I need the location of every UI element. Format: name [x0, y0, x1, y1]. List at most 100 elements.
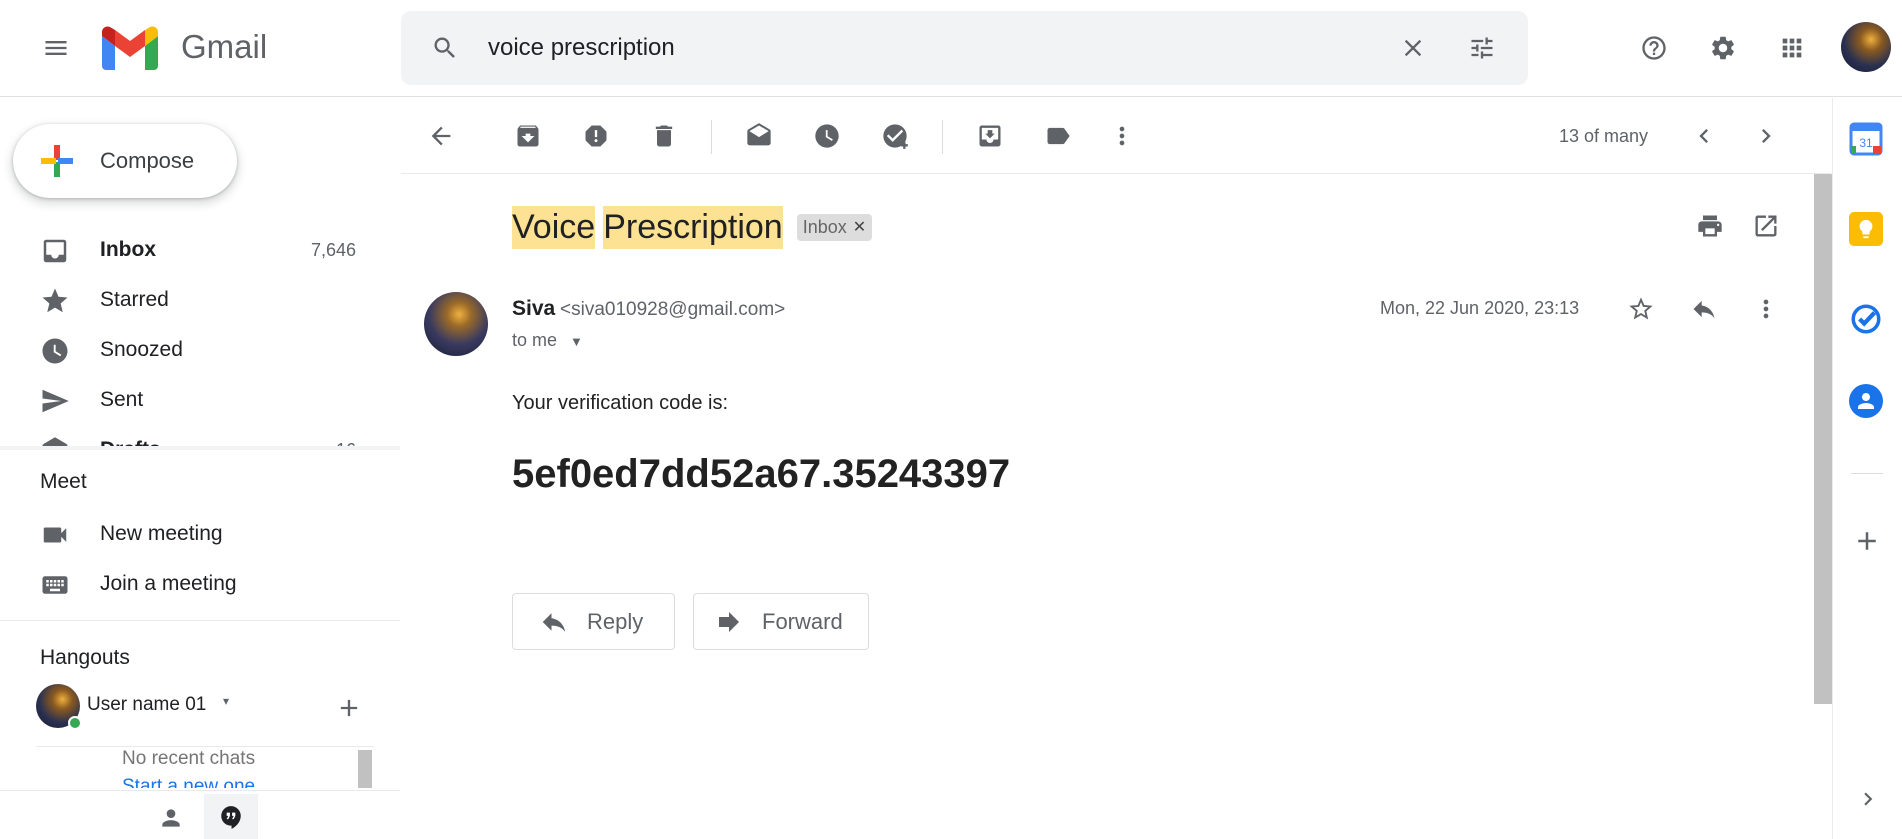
section-divider [36, 746, 374, 747]
hangouts-username[interactable]: User name 01 [87, 694, 206, 716]
message-toolbar: 13 of many [401, 98, 1831, 174]
reply-label: Reply [587, 608, 644, 634]
hangouts-chat-tab-icon[interactable] [204, 794, 258, 839]
email-date: Mon, 22 Jun 2020, 23:13 [1380, 298, 1580, 318]
apps-grid-icon[interactable] [1768, 24, 1816, 72]
label-tag-icon[interactable] [1034, 112, 1082, 160]
section-divider [0, 620, 400, 621]
compose-plus-icon [41, 145, 73, 177]
older-chevron-right-icon[interactable] [1742, 112, 1790, 160]
open-new-window-icon[interactable] [1742, 202, 1790, 250]
nav-label: Starred [100, 288, 169, 311]
nav-item-sent[interactable]: Sent [0, 376, 380, 424]
mark-unread-icon[interactable] [735, 112, 783, 160]
nav-label: Snoozed [100, 338, 183, 361]
move-to-icon[interactable] [966, 112, 1014, 160]
forward-label: Forward [762, 608, 843, 634]
forward-button[interactable]: Forward [693, 593, 869, 650]
sender-name[interactable]: Siva [512, 297, 555, 321]
pager-text: 13 of many [1559, 126, 1649, 146]
remove-label-close-icon[interactable]: ✕ [853, 217, 866, 237]
contacts-icon[interactable] [1849, 384, 1883, 418]
help-icon[interactable] [1630, 24, 1678, 72]
search-icon[interactable] [421, 24, 469, 72]
keep-notes-icon[interactable] [1849, 212, 1883, 246]
tasks-icon[interactable] [1849, 302, 1883, 336]
label-chip-text: Inbox [802, 216, 847, 237]
back-arrow-icon[interactable] [417, 112, 465, 160]
no-recent-chats-text: No recent chats [122, 748, 256, 769]
search-input[interactable] [488, 31, 1368, 65]
sender-avatar[interactable] [424, 292, 488, 356]
send-icon [40, 386, 70, 416]
message-more-vertical-icon[interactable] [1742, 285, 1790, 333]
expand-panel-chevron-icon[interactable] [1855, 786, 1881, 812]
print-icon[interactable] [1686, 202, 1734, 250]
subject-word-highlight: Prescription [603, 205, 783, 249]
forward-icon [714, 607, 744, 637]
nav-label: Sent [100, 388, 144, 411]
nav-item-snoozed[interactable]: Snoozed [0, 326, 380, 374]
contacts-person-icon[interactable] [148, 798, 194, 838]
recipient-text: to me [512, 330, 558, 350]
calendar-day: 31 [1859, 136, 1873, 150]
subject-word-highlight: Voice [512, 205, 596, 249]
star-outline-icon[interactable] [1617, 285, 1665, 333]
archive-icon[interactable] [504, 112, 552, 160]
inbox-icon [40, 236, 70, 266]
hangouts-user-avatar[interactable] [36, 684, 82, 730]
get-addons-plus-icon[interactable] [1852, 526, 1882, 556]
keyboard-icon [40, 570, 70, 600]
account-avatar[interactable] [1841, 22, 1891, 72]
email-body-text: Your verification code is: [512, 392, 729, 414]
inbox-label-chip: Inbox ✕ [796, 213, 873, 241]
reply-icon [539, 607, 569, 637]
verification-code: 5ef0ed7dd52a67.35243397 [512, 452, 1011, 496]
compose-button[interactable]: Compose [13, 124, 237, 198]
hangouts-scrollbar[interactable] [358, 750, 372, 788]
more-vertical-icon[interactable] [1098, 112, 1146, 160]
sender-email: <siva010928@gmail.com> [560, 299, 786, 320]
main-menu-icon[interactable] [32, 24, 80, 72]
online-status-dot [68, 716, 82, 730]
newer-chevron-left-icon[interactable] [1680, 112, 1728, 160]
compose-label: Compose [100, 148, 195, 173]
delete-trash-icon[interactable] [640, 112, 688, 160]
nav-label: Inbox [100, 238, 156, 261]
status-dropdown-icon[interactable]: ▾ [223, 694, 229, 708]
nav-item-inbox[interactable]: Inbox 7,646 [0, 226, 380, 274]
clear-search-icon[interactable] [1389, 24, 1437, 72]
section-divider [0, 446, 400, 450]
reply-button[interactable]: Reply [512, 593, 675, 650]
top-header: Gmail [0, 0, 1902, 97]
start-new-chat-link[interactable]: Start a new one [122, 776, 362, 788]
email-subject: Voice Prescription Inbox ✕ [512, 204, 873, 250]
meet-title: Meet [40, 470, 87, 493]
recipient-dropdown-icon[interactable]: ▼ [570, 334, 583, 349]
reply-arrow-icon[interactable] [1680, 285, 1728, 333]
search-options-icon[interactable] [1458, 24, 1506, 72]
recipient-details[interactable]: to me ▼ [512, 330, 583, 351]
toolbar-divider [711, 120, 712, 154]
new-meeting-item[interactable]: New meeting [0, 510, 380, 558]
gmail-logo-icon[interactable] [102, 26, 158, 70]
video-camera-icon [40, 520, 70, 550]
join-meeting-item[interactable]: Join a meeting [0, 560, 380, 608]
unread-count: 7,646 [310, 240, 356, 260]
add-to-tasks-icon[interactable] [871, 112, 919, 160]
panel-divider [1851, 473, 1883, 474]
star-icon [40, 286, 70, 316]
calendar-icon[interactable]: 31 [1849, 122, 1883, 156]
settings-gear-icon[interactable] [1699, 24, 1747, 72]
snooze-clock-icon[interactable] [803, 112, 851, 160]
new-conversation-plus-icon[interactable] [325, 684, 373, 732]
hangouts-title: Hangouts [40, 646, 130, 669]
nav-item-starred[interactable]: Starred [0, 276, 380, 324]
report-spam-icon[interactable] [572, 112, 620, 160]
clock-icon [40, 336, 70, 366]
toolbar-divider [942, 120, 943, 154]
start-new-link-wrap: Start a new one [122, 776, 362, 788]
new-meeting-label: New meeting [100, 522, 223, 545]
message-scrollbar[interactable] [1814, 174, 1832, 704]
gmail-wordmark: Gmail [181, 28, 268, 65]
